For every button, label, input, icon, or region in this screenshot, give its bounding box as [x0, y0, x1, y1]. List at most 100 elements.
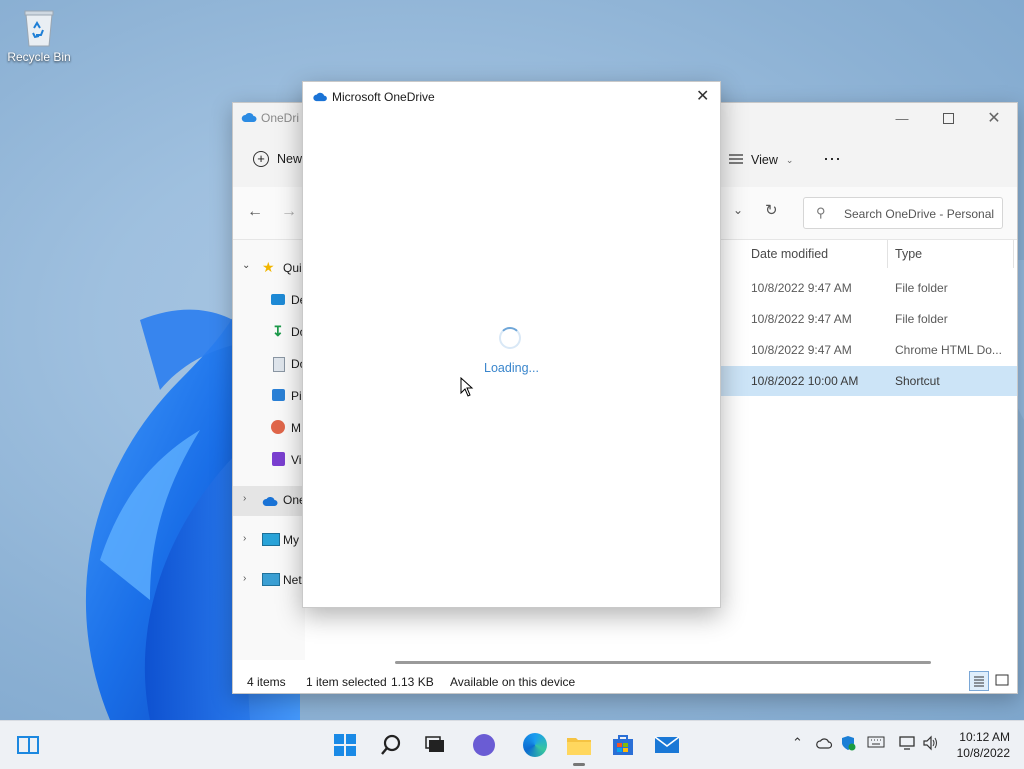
explorer-title: OneDri [261, 111, 300, 125]
dialog-titlebar[interactable]: Microsoft OneDrive ✕ [303, 82, 720, 110]
loading-text: Loading... [484, 361, 539, 375]
table-row-selected[interactable]: 10/8/2022 10:00 AM Shortcut [719, 366, 1017, 396]
tiles-view-button[interactable] [993, 671, 1013, 691]
security-shield-icon[interactable] [840, 735, 856, 754]
chevron-right-icon[interactable]: › [243, 573, 246, 584]
navigation-pane: ⌄ ★ Qui De ↧ Do Do Pi M Vi › One › My › … [233, 240, 306, 660]
onedrive-cloud-icon [241, 111, 257, 126]
new-button[interactable]: + New [253, 151, 302, 167]
nav-pictures[interactable]: Pi [233, 382, 305, 412]
task-view-button[interactable] [421, 731, 449, 759]
cell-date: 10/8/2022 10:00 AM [751, 374, 859, 388]
table-row[interactable]: 10/8/2022 9:47 AM File folder [719, 273, 1017, 303]
new-label: New [277, 152, 303, 166]
volume-icon[interactable] [922, 735, 940, 754]
nav-onedrive[interactable]: › One [233, 486, 306, 516]
table-row[interactable]: 10/8/2022 9:47 AM File folder [719, 304, 1017, 334]
chevron-down-icon[interactable]: ⌄ [242, 260, 250, 271]
cell-type: Chrome HTML Do... [895, 343, 1002, 357]
nav-downloads[interactable]: ↧ Do [233, 318, 306, 348]
music-icon [271, 420, 285, 434]
nav-label: M [291, 421, 301, 435]
column-divider[interactable] [887, 240, 888, 268]
nav-documents[interactable]: Do [233, 350, 306, 380]
column-divider[interactable] [1013, 240, 1014, 268]
edge-button[interactable] [521, 731, 549, 759]
mail-icon [654, 736, 680, 753]
column-header-type[interactable]: Type [895, 247, 922, 261]
back-arrow-icon[interactable]: ← [247, 203, 263, 221]
maximize-button[interactable] [925, 103, 971, 133]
cell-type: File folder [895, 312, 948, 326]
column-header-date-modified[interactable]: Date modified [751, 247, 828, 261]
network-tray-icon[interactable] [898, 735, 916, 754]
table-row[interactable]: 10/8/2022 9:47 AM Chrome HTML Do... [719, 335, 1017, 365]
onedrive-tray-icon[interactable] [815, 737, 833, 752]
store-button[interactable] [609, 731, 637, 759]
details-view-icon [974, 676, 984, 687]
maximize-icon [942, 112, 954, 124]
documents-icon [273, 357, 285, 372]
search-placeholder[interactable]: Search OneDrive - Personal [844, 207, 994, 221]
horizontal-scrollbar[interactable] [395, 661, 931, 664]
network-icon [262, 573, 280, 586]
chevron-up-icon: ⌃ [792, 735, 803, 750]
onedrive-dialog[interactable]: Microsoft OneDrive ✕ Loading... [302, 81, 721, 608]
nav-music[interactable]: M [233, 414, 305, 444]
file-explorer-button[interactable] [565, 731, 593, 766]
nav-label: My [283, 533, 299, 547]
search-icon [381, 734, 401, 755]
nav-videos[interactable]: Vi [233, 446, 305, 476]
nav-this-pc[interactable]: › My [233, 526, 305, 556]
start-button[interactable] [331, 731, 359, 759]
system-clock[interactable]: 10:12 AM 10/8/2022 [957, 729, 1010, 761]
status-size: 1.13 KB [391, 675, 434, 689]
dialog-close-button[interactable]: ✕ [696, 86, 709, 106]
status-availability: Available on this device [450, 675, 576, 689]
recycle-bin-icon [22, 8, 56, 48]
close-window-button[interactable]: ✕ [971, 103, 1017, 133]
recycle-bin-shortcut[interactable]: Recycle Bin [4, 8, 74, 64]
clock-date: 10/8/2022 [956, 746, 1010, 760]
search-icon: ⚲ [816, 205, 826, 220]
minimize-button[interactable]: — [879, 103, 925, 133]
search-box[interactable]: ⚲ Search OneDrive - Personal [803, 197, 1003, 229]
more-icon: ⋯ [823, 149, 842, 169]
view-label: View [751, 153, 778, 167]
more-options-button[interactable]: ⋯ [823, 149, 842, 170]
desktop-icon [271, 294, 285, 305]
widgets-icon [17, 736, 39, 754]
nav-desktop[interactable]: De [233, 286, 306, 316]
cell-date: 10/8/2022 9:47 AM [751, 281, 852, 295]
address-dropdown-icon[interactable]: ⌄ [733, 203, 743, 217]
chat-button[interactable] [470, 731, 498, 759]
chevron-right-icon[interactable]: › [243, 533, 246, 544]
nav-network[interactable]: › Net [233, 566, 305, 596]
downloads-icon: ↧ [272, 323, 284, 339]
task-view-icon [425, 736, 444, 752]
close-icon: ✕ [696, 88, 710, 105]
mail-button[interactable] [653, 731, 681, 759]
refresh-icon[interactable]: ↻ [765, 201, 778, 219]
tiles-view-icon [995, 674, 1009, 686]
nav-label: Qui [283, 261, 302, 275]
edge-icon [523, 733, 547, 757]
widgets-button[interactable] [14, 731, 42, 759]
file-list: Date modified Type 10/8/2022 9:47 AM Fil… [719, 240, 1017, 660]
forward-arrow-icon[interactable]: → [281, 203, 297, 221]
keyboard-icon[interactable] [867, 736, 885, 751]
pictures-icon [272, 389, 285, 401]
nav-label: Pi [291, 389, 302, 403]
details-view-button[interactable] [969, 671, 989, 691]
chevron-right-icon[interactable]: › [243, 493, 246, 504]
nav-quick-access[interactable]: ⌄ ★ Qui [233, 254, 305, 284]
cell-date: 10/8/2022 9:47 AM [751, 343, 852, 357]
cell-type: File folder [895, 281, 948, 295]
clock-time: 10:12 AM [959, 730, 1010, 744]
dialog-title: Microsoft OneDrive [332, 90, 435, 104]
show-hidden-icons-button[interactable]: ⌃ [792, 735, 803, 751]
view-lines-icon [729, 153, 743, 167]
search-button[interactable] [377, 731, 405, 759]
nav-label: Net [283, 573, 302, 587]
view-button[interactable]: View ⌄ [729, 153, 793, 167]
